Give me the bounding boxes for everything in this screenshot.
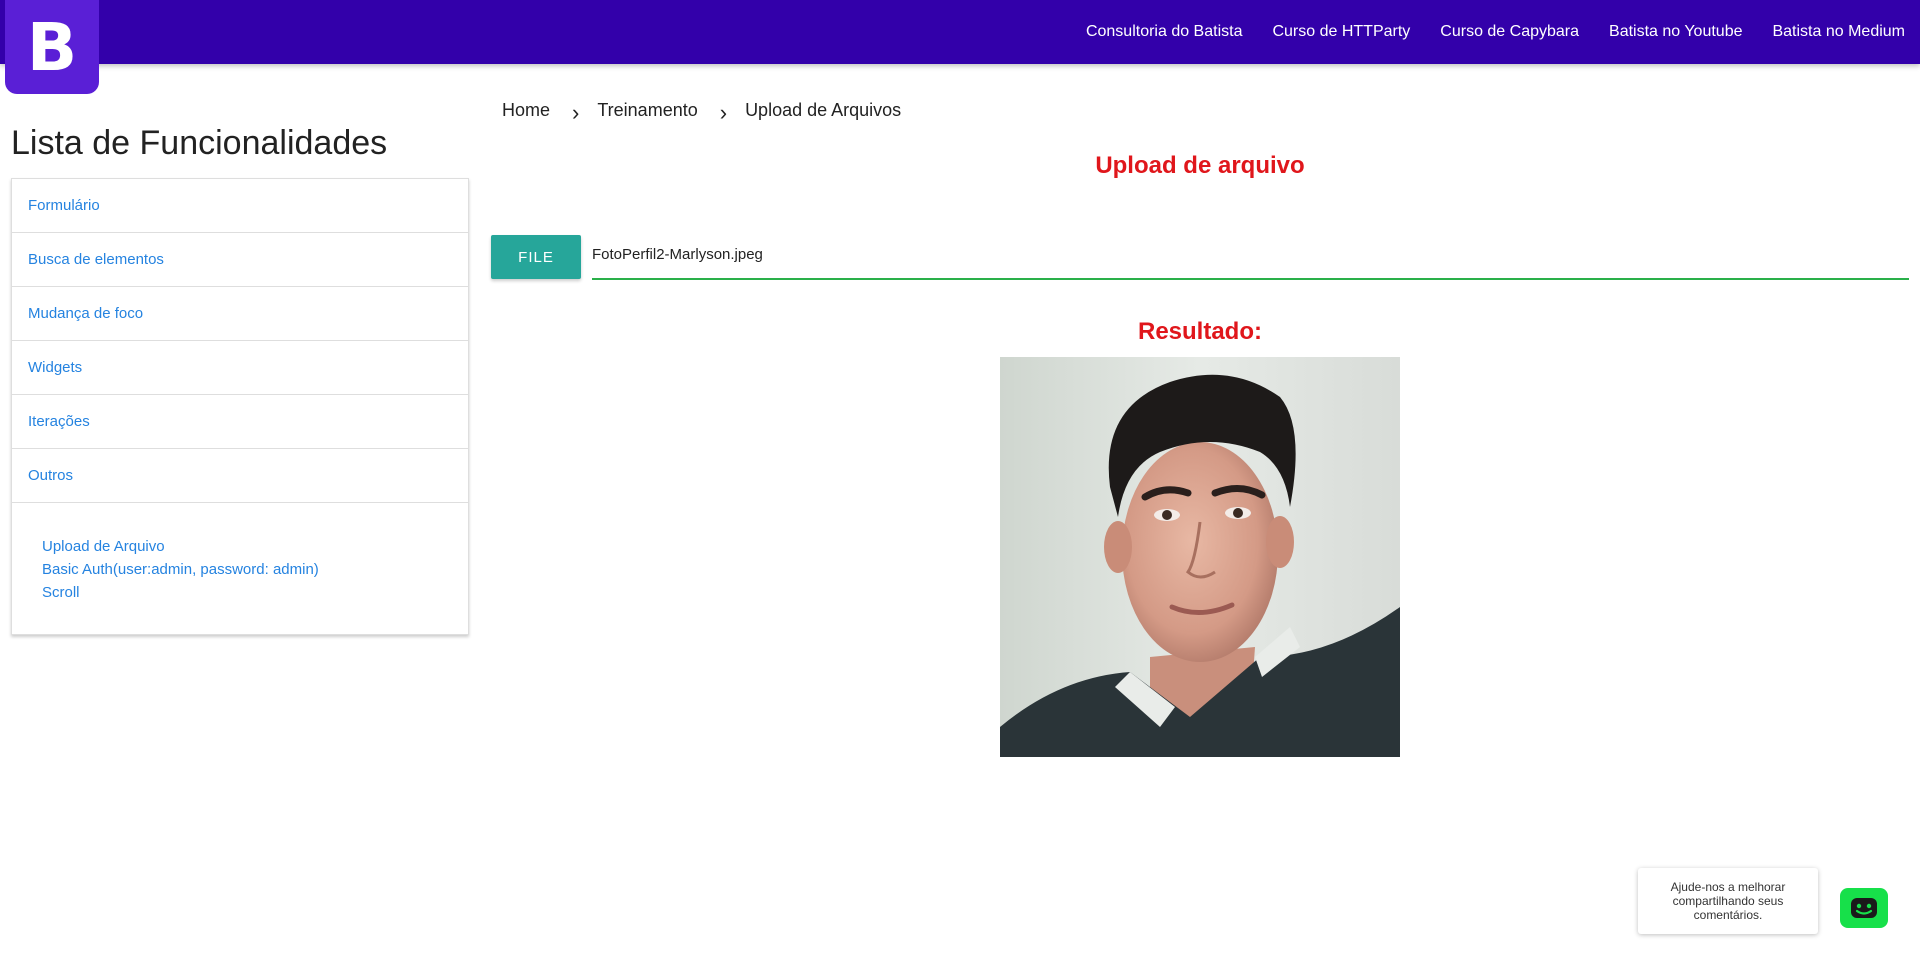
nav-link-httparty[interactable]: Curso de HTTParty <box>1272 23 1410 41</box>
breadcrumb-treinamento[interactable]: Treinamento <box>597 100 697 121</box>
page-title: Upload de arquivo <box>1095 152 1305 179</box>
chevron-right-icon: › <box>572 100 580 125</box>
nav-link-consultoria[interactable]: Consultoria do Batista <box>1086 23 1243 41</box>
file-button[interactable]: FILE <box>491 235 581 279</box>
result-title: Resultado: <box>1137 318 1262 345</box>
feedback-bubble: Ajude-nos a melhorar compartilhando seus… <box>1638 868 1818 934</box>
submenu-item-scroll[interactable]: Scroll <box>42 581 468 604</box>
submenu-item-upload[interactable]: Upload de Arquivo <box>42 535 468 558</box>
sidebar-item-widgets[interactable]: Widgets <box>12 341 468 395</box>
nav-links: Consultoria do Batista Curso de HTTParty… <box>1086 0 1905 64</box>
brand-logo[interactable]: B <box>5 0 99 94</box>
nav-link-youtube[interactable]: Batista no Youtube <box>1609 23 1742 41</box>
breadcrumb: Home › Treinamento › Upload de Arquivos <box>502 99 901 125</box>
sidebar-item-mudanca-foco[interactable]: Mudança de foco <box>12 287 468 341</box>
breadcrumb-upload[interactable]: Upload de Arquivos <box>745 100 901 121</box>
top-navbar: Consultoria do Batista Curso de HTTParty… <box>0 0 1920 64</box>
submenu-item-basic-auth[interactable]: Basic Auth(user:admin, password: admin) <box>42 558 468 581</box>
sidebar-item-outros[interactable]: Outros <box>12 449 468 503</box>
breadcrumb-home[interactable]: Home <box>502 100 550 121</box>
smiley-chat-icon <box>1851 898 1877 918</box>
uploaded-photo <box>1000 357 1400 757</box>
file-path-input[interactable]: FotoPerfil2-Marlyson.jpeg <box>592 240 1909 280</box>
feature-list: Formulário Busca de elementos Mudança de… <box>11 178 469 635</box>
sidebar-item-formulario[interactable]: Formulário <box>12 179 468 233</box>
nav-link-capybara[interactable]: Curso de Capybara <box>1440 23 1579 41</box>
sidebar-item-iteracoes[interactable]: Iterações <box>12 395 468 449</box>
nav-link-medium[interactable]: Batista no Medium <box>1772 23 1905 41</box>
sidebar-title: Lista de Funcionalidades <box>11 124 388 162</box>
feedback-button[interactable] <box>1840 888 1888 928</box>
outros-submenu: Upload de Arquivo Basic Auth(user:admin,… <box>12 503 468 634</box>
logo-letter: B <box>26 8 78 86</box>
chevron-right-icon: › <box>719 100 728 125</box>
sidebar-item-busca[interactable]: Busca de elementos <box>12 233 468 287</box>
